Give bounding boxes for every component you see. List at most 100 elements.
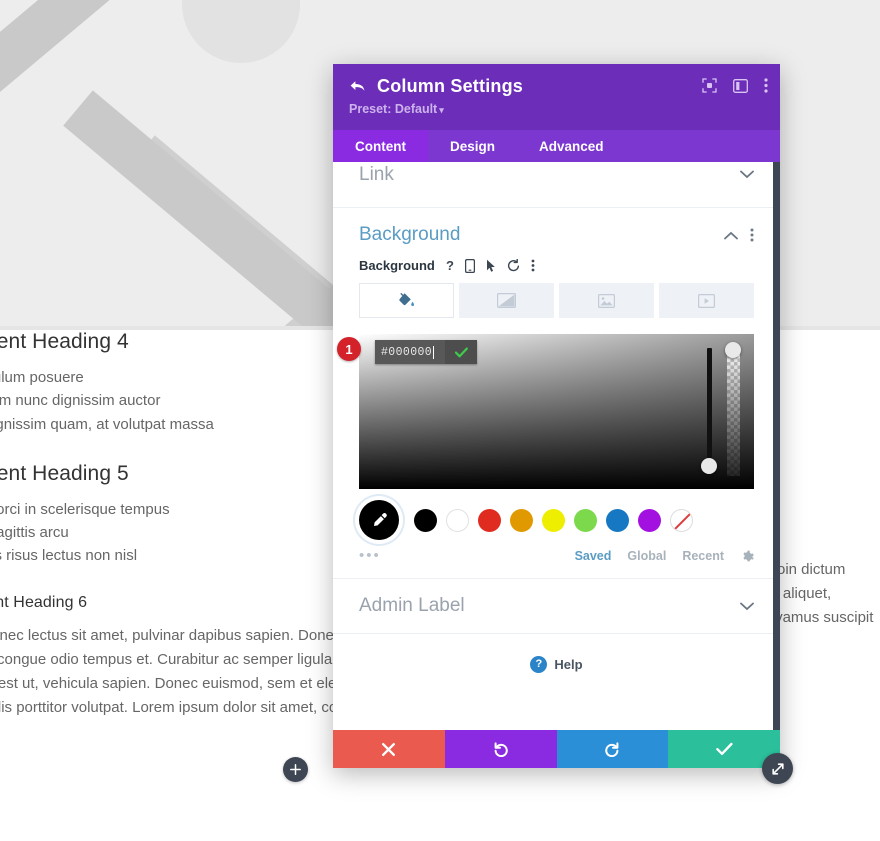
hero-circle (182, 0, 300, 63)
kebab-menu-icon[interactable] (531, 259, 535, 272)
palette-tab-saved[interactable]: Saved (575, 549, 612, 563)
picker-sliders (701, 342, 741, 476)
chevron-down-icon (740, 602, 754, 611)
hex-input-value: #000000 (381, 345, 433, 359)
background-gradient-tab[interactable] (459, 283, 554, 318)
help-label: Help (554, 656, 583, 672)
content-line: Ultrices risus lectus non nisl (0, 547, 138, 565)
hue-slider-handle[interactable] (701, 458, 717, 474)
hex-input[interactable]: #000000 (375, 340, 445, 364)
background-section: Background Background ? 1 #000000 ••• Sa… (333, 208, 780, 578)
undo-icon (494, 742, 508, 757)
saturation-value-area[interactable]: 1 #000000 (337, 334, 754, 489)
close-icon (382, 742, 396, 756)
back-arrow-icon[interactable] (349, 79, 371, 94)
gradient-icon (497, 293, 516, 308)
alpha-slider-handle[interactable] (725, 342, 741, 358)
admin-label-row[interactable]: Admin Label (333, 578, 780, 634)
swatch-orange[interactable] (510, 508, 533, 532)
link-section-label: Link (359, 163, 394, 185)
content-block-6: Content Heading 6 Donec nec lectus sit a… (0, 593, 399, 720)
hex-confirm-button[interactable] (445, 340, 477, 364)
modal-header-actions (702, 78, 768, 93)
undo-button[interactable] (444, 730, 557, 768)
modal-scrollbar[interactable] (773, 162, 780, 730)
modal-title: Column Settings (377, 76, 523, 96)
gear-icon[interactable] (740, 549, 754, 563)
content-line: Interdum nunc dignissim auctor (0, 392, 161, 410)
fullscreen-icon[interactable] (702, 78, 717, 93)
content-paragraph-line: eget felis porttitor volutpat. Lorem ips… (0, 698, 353, 716)
tab-content[interactable]: Content (333, 130, 428, 162)
content-paragraph-line: entum est ut, vehicula sapien. Donec eui… (0, 674, 357, 692)
swatch-white[interactable] (446, 508, 469, 532)
content-line: Vestibulum posuere (0, 369, 84, 386)
link-section-row[interactable]: Link (333, 162, 780, 208)
preset-selector[interactable]: Preset: Default ▾ (349, 102, 764, 116)
palette-tab-recent[interactable]: Recent (682, 549, 724, 563)
modal-resize-handle[interactable] (762, 753, 793, 784)
alpha-track (727, 348, 740, 476)
chevron-down-icon (740, 170, 754, 179)
background-field-label: Background (359, 258, 435, 273)
content-heading-4: Content Heading 4 (0, 330, 129, 353)
tab-advanced[interactable]: Advanced (517, 130, 626, 162)
swatch-black[interactable] (414, 508, 437, 532)
hue-track (707, 348, 712, 476)
swatch-blue[interactable] (606, 508, 629, 532)
swatch-red[interactable] (478, 508, 501, 532)
background-type-tabs (359, 283, 754, 318)
palette-controls-row: ••• Saved Global Recent (359, 547, 754, 578)
modal-footer (333, 730, 780, 768)
kebab-menu-icon[interactable] (764, 78, 768, 93)
background-section-header: Background (359, 224, 754, 246)
eyedropper-icon (373, 512, 387, 526)
color-picker: 1 #000000 ••• Saved Global Recent (337, 334, 754, 578)
alpha-slider[interactable] (725, 342, 741, 476)
modal-header: Column Settings Preset: Default ▾ (333, 64, 780, 130)
modal-body: Link Background Background ? 1 #000000 •… (333, 162, 780, 730)
content-block-5: Content Heading 5 Mattis orci in sceleri… (0, 462, 342, 568)
svg-text:?: ? (446, 259, 454, 272)
content-paragraph-line: mi, eu congue odio tempus et. Curabitur … (0, 650, 356, 668)
palette-tab-global[interactable]: Global (627, 549, 666, 563)
background-color-tab[interactable] (359, 283, 454, 318)
hue-slider[interactable] (701, 348, 717, 476)
reset-icon[interactable] (507, 259, 520, 272)
content-line: Non dignissim quam, at volutpat massa (0, 415, 214, 433)
color-swatch-row (359, 497, 754, 543)
swatch-transparent[interactable] (670, 508, 693, 532)
background-field-header: Background ? (359, 258, 754, 273)
hex-input-group: #000000 (375, 340, 477, 364)
chevron-up-icon[interactable] (724, 231, 738, 240)
more-colors-button[interactable]: ••• (359, 547, 381, 564)
kebab-menu-icon[interactable] (750, 228, 754, 242)
paint-bucket-icon (399, 293, 414, 306)
background-image-tab[interactable] (559, 283, 654, 318)
modal-tabs: Content Design Advanced (333, 130, 780, 162)
background-video-tab[interactable] (659, 283, 754, 318)
swatch-purple[interactable] (638, 508, 661, 532)
hover-icon[interactable] (486, 259, 496, 273)
content-line: Urna sagittis arcu (0, 524, 69, 541)
layout-panel-icon[interactable] (733, 78, 748, 93)
swatch-green[interactable] (574, 508, 597, 532)
content-block-4: Content Heading 4 Vestibulum posuere Int… (0, 330, 342, 436)
help-row[interactable]: ? Help (333, 634, 780, 694)
content-heading-6: Content Heading 6 (0, 593, 88, 611)
help-icon[interactable]: ? (446, 259, 454, 272)
responsive-icon[interactable] (464, 258, 475, 273)
video-icon (698, 293, 715, 308)
check-icon (715, 742, 733, 755)
eyedropper-button[interactable] (359, 500, 399, 540)
cancel-button[interactable] (333, 730, 445, 768)
content-column-left: Content Heading 4 Vestibulum posuere Int… (0, 330, 399, 746)
redo-button[interactable] (556, 730, 669, 768)
step-badge-1: 1 (337, 337, 361, 361)
chevron-down-icon: ▾ (439, 105, 444, 115)
add-row-button[interactable] (283, 757, 308, 782)
tab-design[interactable]: Design (428, 130, 517, 162)
check-icon (454, 347, 468, 357)
swatch-yellow[interactable] (542, 508, 565, 532)
column-settings-modal: Column Settings Preset: Default ▾ Conten… (333, 64, 780, 768)
